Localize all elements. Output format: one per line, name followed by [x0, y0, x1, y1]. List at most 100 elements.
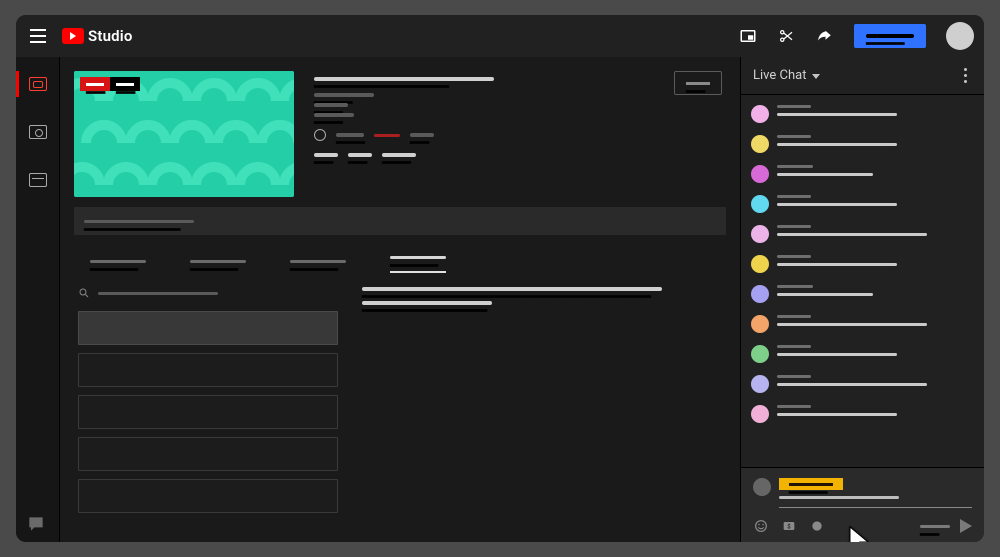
chat-message[interactable] — [751, 165, 974, 183]
tab-1[interactable]: ━━━━━ — [190, 249, 246, 273]
rail-item-webcam[interactable] — [16, 119, 60, 145]
thumbnail-badges: ━━ ━━ — [80, 77, 140, 91]
tab-2[interactable]: ━━━━━ — [290, 249, 346, 273]
chat-message[interactable] — [751, 135, 974, 153]
chat-input[interactable] — [779, 496, 899, 499]
share-icon[interactable] — [810, 22, 838, 50]
chat-avatar — [751, 255, 769, 273]
health-bar: ━━━━━━━━━━ — [74, 207, 726, 235]
status-bar-red — [374, 134, 400, 137]
account-avatar[interactable] — [946, 22, 974, 50]
poll-icon[interactable] — [809, 518, 825, 534]
chat-text — [777, 323, 927, 326]
chat-avatar — [751, 105, 769, 123]
popout-icon[interactable] — [734, 22, 762, 50]
chat-message[interactable] — [751, 285, 974, 303]
chat-avatar — [751, 135, 769, 153]
chat-author — [777, 135, 811, 138]
search-input[interactable] — [98, 292, 218, 295]
list-row-0[interactable] — [78, 311, 338, 345]
play-icon — [62, 28, 84, 44]
chat-message[interactable] — [751, 405, 974, 423]
chat-text — [777, 233, 927, 236]
chat-header-title: Live Chat — [753, 68, 806, 83]
search-icon — [78, 287, 90, 299]
chat-author — [777, 285, 813, 288]
duration-badge: ━━ — [110, 77, 140, 91]
tab-strip: ━━━━━ ━━━━━ ━━━━━ ━━━━━ — [74, 249, 726, 273]
chat-mode-selector[interactable]: Live Chat — [753, 68, 820, 83]
chat-text — [777, 293, 873, 296]
feedback-icon[interactable] — [26, 514, 46, 532]
chat-text — [777, 353, 897, 356]
chat-author — [777, 405, 811, 408]
list-row-2[interactable] — [78, 395, 338, 429]
superchat-icon[interactable]: $ — [781, 518, 797, 534]
info-sub-1: ━━━━ — [314, 93, 374, 97]
go-live-button[interactable]: ━━━━ — [854, 24, 926, 48]
chat-text — [777, 173, 873, 176]
stream-info-strip: ━━ ━━ ━━━━━━━━━━━━━━ ━━━━ ━━━ ━━━ ━━━ — [60, 57, 740, 207]
chat-panel: Live Chat ━━━━ $ — [740, 57, 984, 542]
chat-author — [777, 225, 811, 228]
chat-header: Live Chat — [741, 57, 984, 95]
globe-icon — [314, 129, 326, 141]
list-row-1[interactable] — [78, 353, 338, 387]
chat-message[interactable] — [751, 375, 974, 393]
chat-actions-row: $ ━━ — [753, 516, 972, 534]
self-name-chip: ━━━━ — [779, 478, 843, 490]
list-row-3[interactable] — [78, 437, 338, 471]
info-sub-3: ━━━ — [314, 113, 354, 117]
rail-item-stream[interactable] — [16, 71, 60, 97]
rail-item-manage[interactable] — [16, 167, 60, 193]
brand-logo[interactable]: Studio — [62, 27, 133, 45]
chat-text — [777, 143, 897, 146]
live-badge: ━━ — [80, 77, 110, 91]
chat-message[interactable] — [751, 105, 974, 123]
chat-message[interactable] — [751, 315, 974, 333]
chat-author — [777, 195, 811, 198]
main-panel: ━━ ━━ ━━━━━━━━━━━━━━ ━━━━ ━━━ ━━━ ━━━ — [60, 57, 740, 542]
info-sub-2: ━━━ — [314, 103, 348, 107]
scissors-icon[interactable] — [772, 22, 800, 50]
chat-avatar — [751, 375, 769, 393]
brand-text: Studio — [88, 27, 133, 45]
chat-message[interactable] — [751, 225, 974, 243]
chevron-down-icon — [812, 74, 820, 79]
chat-message[interactable] — [751, 195, 974, 213]
content-left-column — [78, 283, 338, 542]
chat-text — [777, 413, 897, 416]
chat-message[interactable] — [751, 255, 974, 273]
self-avatar — [753, 478, 771, 496]
content-right-column: ━━━━━━━━━━━━━━━━━━━━━━━━━━━━━━ ━━━━━━━━━… — [362, 283, 722, 542]
detail-line-2: ━━━━━━━━━━━━━ — [362, 301, 492, 305]
detail-line-1: ━━━━━━━━━━━━━━━━━━━━━━━━━━━━━━ — [362, 287, 662, 291]
chat-avatar — [751, 405, 769, 423]
calendar-icon — [29, 173, 47, 187]
chat-overflow-menu[interactable] — [958, 68, 972, 83]
send-icon[interactable] — [960, 519, 972, 533]
chat-avatar — [751, 345, 769, 363]
chat-author — [777, 315, 811, 318]
camera-icon — [29, 125, 47, 139]
chat-author — [777, 165, 813, 168]
chat-message-list[interactable] — [741, 95, 984, 467]
emoji-icon[interactable] — [753, 518, 769, 534]
chat-avatar — [751, 225, 769, 243]
go-live-label: ━━━━ — [866, 34, 914, 38]
tab-0[interactable]: ━━━━━ — [90, 249, 146, 273]
tab-3[interactable]: ━━━━━ — [390, 249, 446, 273]
stream-info-column: ━━━━━━━━━━━━━━ ━━━━ ━━━ ━━━ ━━━ ━━ ━━ — [314, 71, 654, 197]
chat-text — [777, 113, 897, 116]
chat-text — [777, 263, 897, 266]
chat-input-area: ━━━━ $ ━━ — [741, 467, 984, 542]
stream-thumbnail[interactable]: ━━ ━━ — [74, 71, 294, 197]
menu-icon[interactable] — [26, 24, 50, 48]
edit-button[interactable]: ━━ — [674, 71, 722, 95]
chat-message[interactable] — [751, 345, 974, 363]
chat-text — [777, 383, 927, 386]
chat-author — [777, 375, 811, 378]
stream-icon — [29, 77, 47, 91]
list-row-4[interactable] — [78, 479, 338, 513]
search-row[interactable] — [78, 283, 338, 303]
